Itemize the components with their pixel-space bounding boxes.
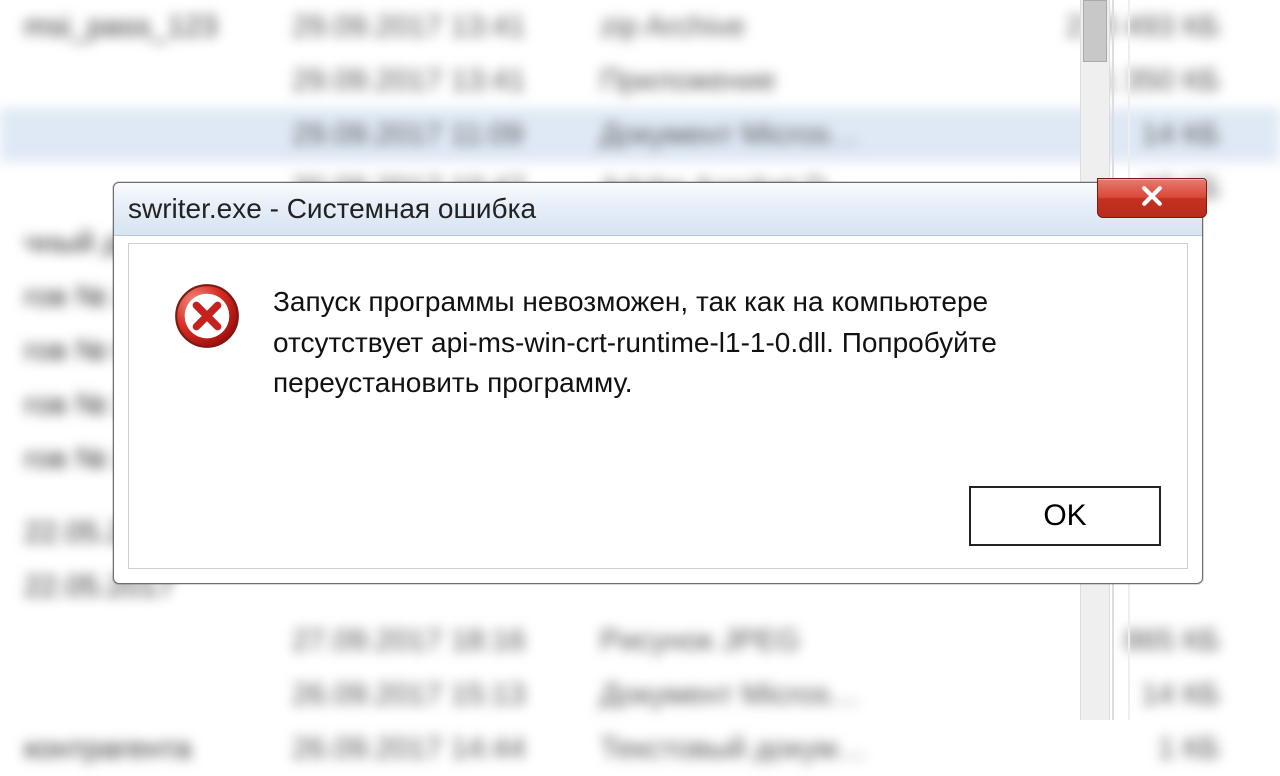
file-type: Текстовый докум…	[576, 722, 904, 776]
ok-button[interactable]: OK	[969, 486, 1161, 546]
file-type: Рисунок JPEG	[576, 614, 904, 668]
file-date: 29.09.2017 13:41	[268, 54, 576, 108]
close-button[interactable]	[1097, 178, 1207, 218]
file-date: 29.09.2017 13:41	[268, 0, 576, 54]
table-row[interactable]: контрагента26.09.2017 14:44Текстовый док…	[0, 722, 1280, 776]
file-date: 26.09.2017 14:44	[268, 722, 576, 776]
file-name: msi_pass_123	[0, 0, 268, 54]
file-type: Приложение	[576, 54, 904, 108]
file-type: Документ Micros…	[576, 668, 904, 722]
file-date: 27.09.2017 18:16	[268, 614, 576, 668]
dialog-titlebar[interactable]: swriter.exe - Системная ошибка	[114, 183, 1202, 236]
dialog-body: Запуск программы невозможен, так как на …	[128, 243, 1188, 569]
close-icon	[1139, 183, 1165, 214]
file-size: 1 КБ	[904, 722, 1280, 776]
file-name	[0, 54, 268, 108]
error-dialog: swriter.exe - Системная ошибка	[113, 182, 1203, 584]
file-date: 29.09.2017 11:09	[268, 108, 576, 162]
dialog-title: swriter.exe - Системная ошибка	[128, 193, 536, 225]
error-icon	[173, 282, 241, 350]
dialog-message: Запуск программы невозможен, так как на …	[273, 282, 1113, 404]
file-type: zip Archive	[576, 0, 904, 54]
file-name	[0, 668, 268, 722]
file-type: Документ Micros…	[576, 108, 904, 162]
file-name	[0, 614, 268, 668]
scrollbar-thumb[interactable]	[1083, 0, 1107, 62]
file-date: 26.09.2017 15:13	[268, 668, 576, 722]
file-name: контрагента	[0, 722, 268, 776]
file-name	[0, 108, 268, 162]
